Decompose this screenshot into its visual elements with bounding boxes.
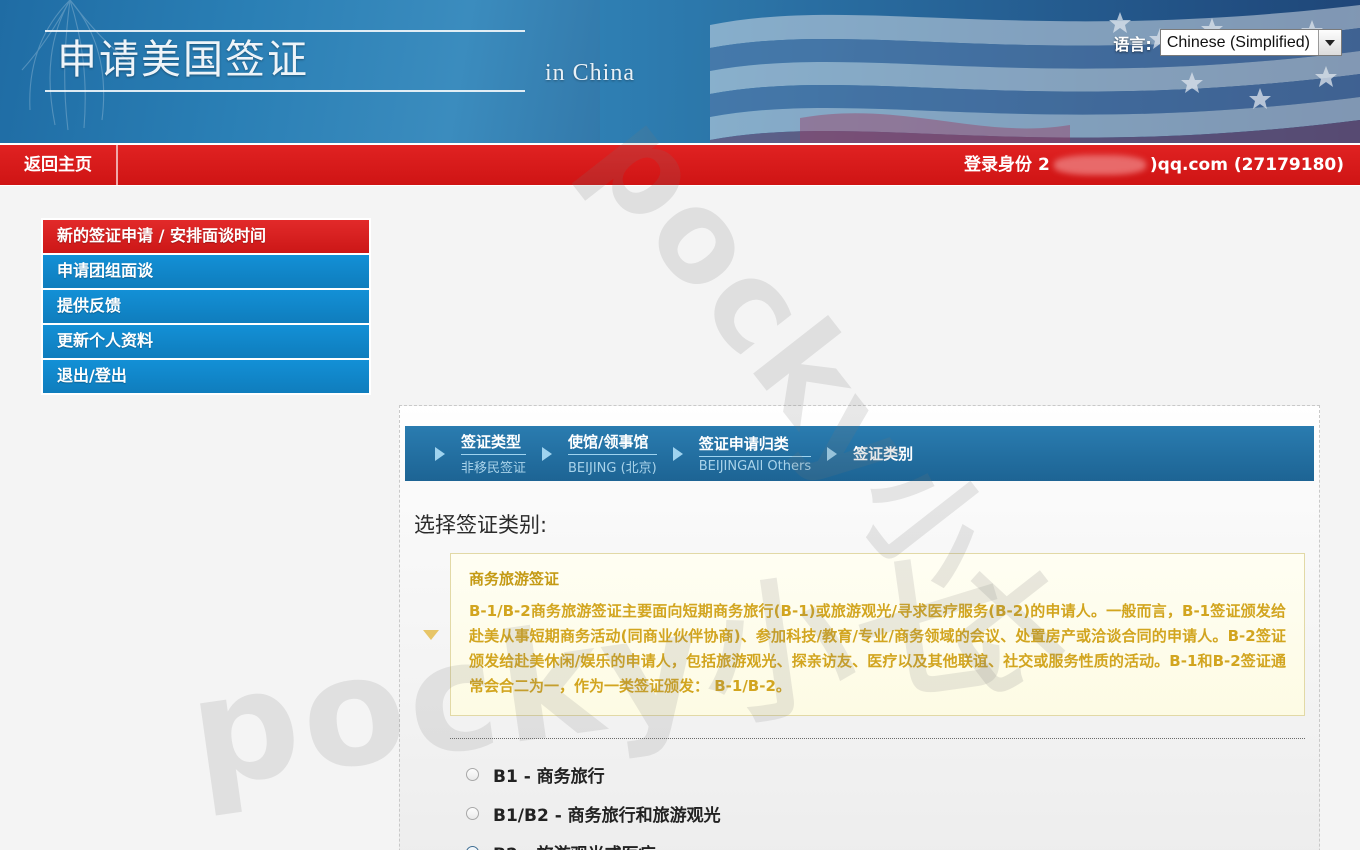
site-header-banner: 申请美国签证 in China 语言: Chinese (Simplified) [0, 0, 1360, 145]
top-nav-bar: 返回主页 登录身份 2 )qq.com (27179180) [0, 145, 1360, 186]
sidebar-item-logout[interactable]: 退出/登出 [43, 360, 369, 393]
radio-icon[interactable] [466, 807, 479, 820]
breadcrumb-step-post[interactable]: 使馆/领事馆 BEIJING (北京) [568, 431, 657, 476]
logged-in-identity: 登录身份 2 )qq.com (27179180) [964, 145, 1344, 185]
sidebar-item-feedback[interactable]: 提供反馈 [43, 290, 369, 325]
breadcrumb-step-visa-type-value: 非移民签证 [461, 461, 527, 476]
breadcrumb-step-visa-type-title: 签证类型 [461, 431, 527, 455]
login-user-end: )qq.com (27179180) [1149, 155, 1344, 175]
radio-option-b1[interactable]: B1 - 商务旅行 [450, 755, 1305, 794]
radio-option-b1b2-label: B1/B2 - 商务旅行和旅游观光 [493, 806, 721, 826]
login-prefix-label: 登录身份 [964, 155, 1033, 175]
main-content-panel: 签证类型 非移民签证 使馆/领事馆 BEIJING (北京) 签证申请归类 BE… [399, 405, 1320, 850]
radio-icon[interactable] [466, 768, 479, 781]
language-selector[interactable]: 语言: Chinese (Simplified) [1113, 29, 1342, 56]
sidebar-item-group-interview[interactable]: 申请团组面谈 [43, 255, 369, 290]
visa-class-options: B1 - 商务旅行 B1/B2 - 商务旅行和旅游观光 B2 - 旅游观光或医疗 [450, 738, 1305, 850]
login-user-start: 2 [1038, 155, 1050, 175]
site-title-block: 申请美国签证 [45, 30, 605, 92]
radio-option-b1-label: B1 - 商务旅行 [493, 767, 605, 787]
business-tourism-description: B-1/B-2商务旅游签证主要面向短期商务旅行(B-1)或旅游观光/寻求医疗服务… [469, 602, 1286, 695]
radio-option-b2-label: B2 - 旅游观光或医疗 [493, 840, 656, 850]
back-to-home-button[interactable]: 返回主页 [0, 145, 118, 185]
redacted-email-block [1053, 155, 1146, 175]
breadcrumb-step-post-title: 使馆/领事馆 [568, 431, 657, 455]
radio-option-b2[interactable]: B2 - 旅游观光或医疗 [450, 833, 1305, 850]
triangle-right-icon [672, 446, 683, 461]
triangle-right-icon [827, 446, 838, 461]
radio-option-b1b2[interactable]: B1/B2 - 商务旅行和旅游观光 [450, 794, 1305, 833]
triangle-down-icon[interactable] [423, 629, 439, 640]
sidebar-item-update-profile[interactable]: 更新个人资料 [43, 325, 369, 360]
breadcrumb-step-category-group[interactable]: 签证申请归类 BEIJINGAll Others [698, 433, 812, 474]
red-arrow-icon [335, 846, 510, 850]
language-dropdown[interactable]: Chinese (Simplified) [1159, 29, 1342, 56]
sidebar-item-new-application[interactable]: 新的签证申请 / 安排面谈时间 [43, 220, 369, 255]
triangle-right-icon [542, 446, 553, 461]
triangle-right-icon [435, 446, 445, 461]
us-flag-background-image [600, 0, 1360, 143]
site-title-cn: 申请美国签证 [57, 37, 309, 83]
breadcrumb-step-visa-class[interactable]: 签证类别 [853, 443, 913, 464]
breadcrumb-step-visa-type[interactable]: 签证类型 非移民签证 [461, 431, 527, 476]
page-root: 申请美国签证 in China 语言: Chinese (Simplified)… [0, 0, 1360, 850]
page-title: 选择签证类别: [414, 513, 548, 537]
page-body: 新的签证申请 / 安排面谈时间 申请团组面谈 提供反馈 更新个人资料 退出/登出… [0, 186, 1360, 850]
language-label: 语言: [1113, 34, 1152, 54]
title-rule-bottom [45, 90, 525, 92]
site-title-en: in China [545, 60, 635, 86]
business-tourism-title: 商务旅游签证 [469, 570, 560, 588]
breadcrumb-step-category-group-value: BEIJINGAll Others [698, 459, 812, 474]
chevron-down-icon[interactable] [1318, 30, 1341, 55]
left-sidebar-menu: 新的签证申请 / 安排面谈时间 申请团组面谈 提供反馈 更新个人资料 退出/登出 [41, 218, 371, 395]
breadcrumb-step-category-group-title: 签证申请归类 [698, 433, 812, 457]
breadcrumb-step-post-value: BEIJING (北京) [568, 461, 657, 476]
breadcrumb: 签证类型 非移民签证 使馆/领事馆 BEIJING (北京) 签证申请归类 BE… [405, 426, 1314, 481]
breadcrumb-step-visa-class-title: 签证类别 [853, 445, 914, 463]
business-tourism-info-box: 商务旅游签证 B-1/B-2商务旅游签证主要面向短期商务旅行(B-1)或旅游观光… [423, 553, 1305, 716]
language-selected-value: Chinese (Simplified) [1166, 34, 1310, 51]
